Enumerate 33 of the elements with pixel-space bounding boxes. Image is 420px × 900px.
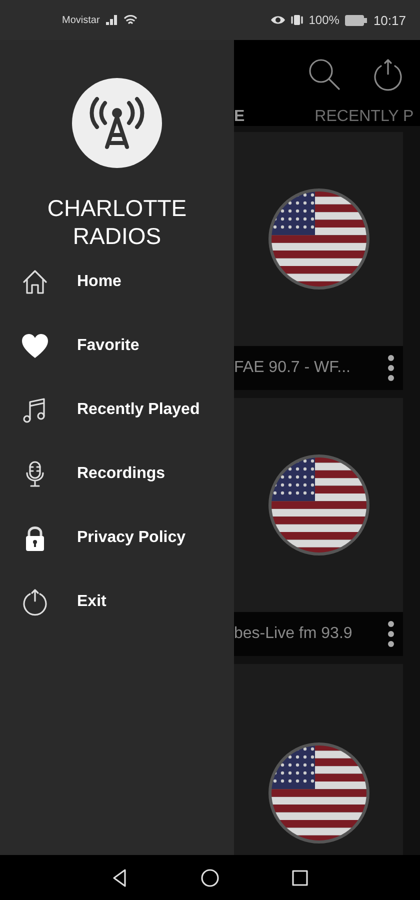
home-button-icon[interactable]: [200, 868, 220, 888]
drawer-item[interactable]: Privacy Policy: [0, 506, 234, 570]
battery-icon: [345, 14, 368, 26]
drawer-item[interactable]: Recordings: [0, 442, 234, 506]
drawer-item[interactable]: Home: [0, 250, 234, 314]
search-icon[interactable]: [306, 56, 342, 92]
more-options-icon[interactable]: [385, 620, 397, 648]
recents-icon[interactable]: [290, 868, 310, 888]
tab[interactable]: RECENTLY P: [314, 108, 414, 126]
flag-icon: [266, 453, 370, 557]
station-name: FAE 90.7 - WF...: [234, 359, 350, 377]
vibrate-icon: [290, 14, 303, 26]
station-card[interactable]: bes-Live fm 93.9: [234, 398, 403, 656]
carrier-name: Movistar: [62, 14, 100, 26]
heart-icon: [20, 331, 50, 361]
clock-time: 10:17: [373, 12, 406, 28]
drawer-item[interactable]: Recently Played: [0, 378, 234, 442]
signal-icon: [106, 15, 118, 25]
power-icon[interactable]: [372, 56, 404, 92]
app-title: CHARLOTTE RADIOS: [46, 194, 188, 250]
battery-percent: 100%: [308, 13, 340, 27]
flag-icon: [266, 741, 370, 845]
drawer-item[interactable]: Exit: [0, 570, 234, 634]
flag-icon: [266, 187, 370, 291]
station-card[interactable]: [234, 664, 403, 855]
tab[interactable]: E: [234, 108, 245, 126]
station-card[interactable]: FAE 90.7 - WF...: [234, 132, 403, 390]
power-icon: [20, 587, 50, 617]
drawer-item[interactable]: Favorite: [0, 314, 234, 378]
eye-icon: [270, 15, 285, 25]
more-options-icon[interactable]: [385, 354, 397, 382]
wifi-icon: [124, 14, 137, 26]
station-name: bes-Live fm 93.9: [234, 625, 352, 643]
